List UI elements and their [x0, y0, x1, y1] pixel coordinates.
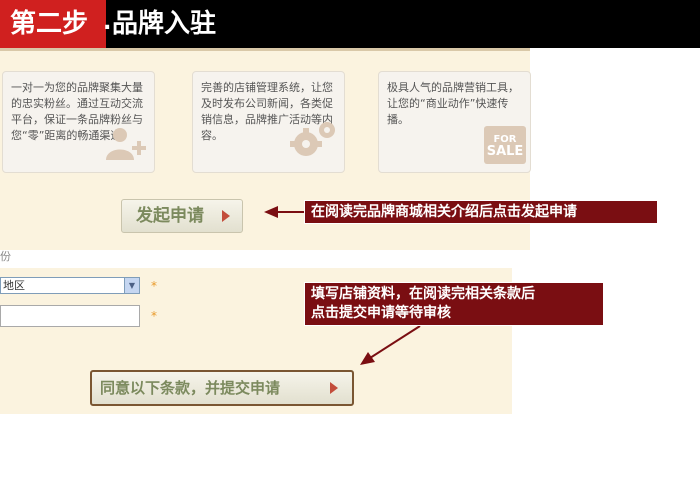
callout-submit-application: 填写店铺资料，在阅读完相关条款后 点击提交申请等待审核: [304, 282, 604, 326]
annotation-arrows: [264, 206, 421, 365]
arrow-to-apply-button: [264, 206, 304, 218]
callout-start-application: 在阅读完品牌商城相关介绍后点击发起申请: [304, 200, 658, 224]
callout-2-line2: 点击提交申请等待审核: [311, 305, 451, 321]
callout-1-text: 在阅读完品牌商城相关介绍后点击发起申请: [311, 204, 577, 220]
callout-2-line1: 填写店铺资料，在阅读完相关条款后: [311, 286, 535, 302]
arrow-to-agree-button: [360, 325, 421, 365]
